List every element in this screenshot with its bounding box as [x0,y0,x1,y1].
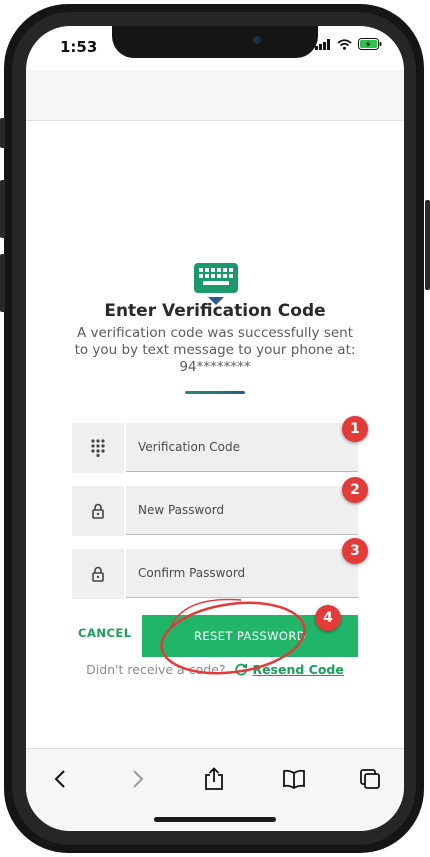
confirm-password-input[interactable]: Confirm Password [126,549,358,598]
cancel-button[interactable]: CANCEL [78,626,132,640]
field-icon-box [72,486,124,536]
status-icons [315,38,382,50]
home-indicator [154,817,276,822]
page-description: A verification code was successfully sen… [74,325,356,375]
new-password-field[interactable]: New Password [72,486,358,536]
power-button [425,200,430,290]
share-button[interactable] [198,763,230,795]
tabs-button[interactable] [354,763,386,795]
resend-code-link[interactable]: Resend Code [252,662,343,677]
bookmarks-icon [283,769,305,789]
confirm-password-placeholder: Confirm Password [138,566,246,580]
tabs-icon [360,769,380,789]
battery-charging-icon [358,38,382,50]
share-icon [205,767,223,790]
verification-code-field[interactable]: Verification Code [72,423,358,473]
lock-icon [92,503,104,519]
resend-prompt: Didn't receive a code? [86,662,226,677]
annotation-badge-1: 1 [342,416,368,442]
new-password-placeholder: New Password [138,503,225,517]
verification-code-placeholder: Verification Code [138,440,240,454]
wifi-icon [337,38,352,50]
new-password-input[interactable]: New Password [126,486,358,535]
silent-switch [0,118,5,148]
title-divider [185,391,245,394]
refresh-icon[interactable] [235,663,248,676]
field-icon-box [72,549,124,599]
volume-up-button [0,180,5,238]
notch [112,26,318,58]
resend-row: Didn't receive a code? Resend Code [26,662,404,677]
back-icon [54,770,65,788]
annotation-badge-2: 2 [342,477,368,503]
page-title: Enter Verification Code [104,301,326,321]
front-camera [253,36,261,44]
annotation-badge-3: 3 [342,538,368,564]
lock-icon [92,566,104,582]
signal-icon [315,38,330,50]
keypad-icon [91,439,105,457]
status-time: 1:53 [60,38,98,56]
back-button[interactable] [44,763,76,795]
field-icon-box [72,423,124,473]
confirm-password-field[interactable]: Confirm Password [72,549,358,599]
forward-icon [133,770,144,788]
verification-code-input[interactable]: Verification Code [126,423,358,472]
bookmarks-button[interactable] [278,763,310,795]
forward-button[interactable] [122,763,154,795]
volume-down-button [0,254,5,312]
phone-screen: 1:53 Enter Verification Code A verificat… [26,26,404,831]
annotation-badge-4: 4 [315,605,341,631]
browser-address-bar [26,70,404,121]
